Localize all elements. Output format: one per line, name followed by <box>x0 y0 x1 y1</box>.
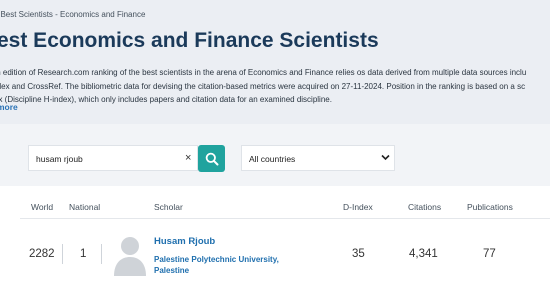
avatar-icon <box>114 237 146 276</box>
header-divider <box>20 218 550 219</box>
clear-icon[interactable]: × <box>185 152 191 165</box>
breadcrumb: f Best Scientists - Economics and Financ… <box>0 10 146 19</box>
description-line: Alex and CrossRef. The bibliometric data… <box>0 81 526 91</box>
citations-value: 4,341 <box>409 248 438 260</box>
page-title: est Economics and Finance Scientists <box>0 29 379 52</box>
hero-section: f Best Scientists - Economics and Financ… <box>0 0 550 124</box>
description-line: ex (Discipline H-index), which only incl… <box>0 95 332 104</box>
description-line: th edition of Research.com ranking of th… <box>0 68 527 77</box>
national-rank: 1 <box>80 248 87 260</box>
rank-divider <box>101 244 102 264</box>
ranking-description: th edition of Research.com ranking of th… <box>0 66 550 107</box>
rank-divider <box>62 244 63 264</box>
column-header-citations: Citations <box>408 202 442 212</box>
chevron-down-icon <box>381 154 390 161</box>
search-input[interactable] <box>36 151 176 167</box>
column-header-national: National <box>69 202 101 212</box>
column-header-world: World <box>31 202 54 212</box>
search-icon <box>205 152 218 165</box>
country-select[interactable]: All countries <box>241 145 395 171</box>
scholar-name-link[interactable]: Husam Rjoub <box>154 236 215 247</box>
read-more-link[interactable]: more <box>0 102 18 112</box>
country-select-value: All countries <box>249 154 296 164</box>
scholar-affiliation: Palestine Polytechnic University, Palest… <box>154 255 279 275</box>
search-field[interactable]: × <box>28 145 198 171</box>
column-header-scholar: Scholar <box>154 202 183 212</box>
search-button[interactable] <box>198 145 225 172</box>
publications-value: 77 <box>483 248 496 260</box>
world-rank: 2282 <box>29 248 55 260</box>
dindex-value: 35 <box>352 248 365 260</box>
column-header-dindex: D-Index <box>343 202 373 212</box>
column-header-publications: Publications <box>467 202 513 212</box>
